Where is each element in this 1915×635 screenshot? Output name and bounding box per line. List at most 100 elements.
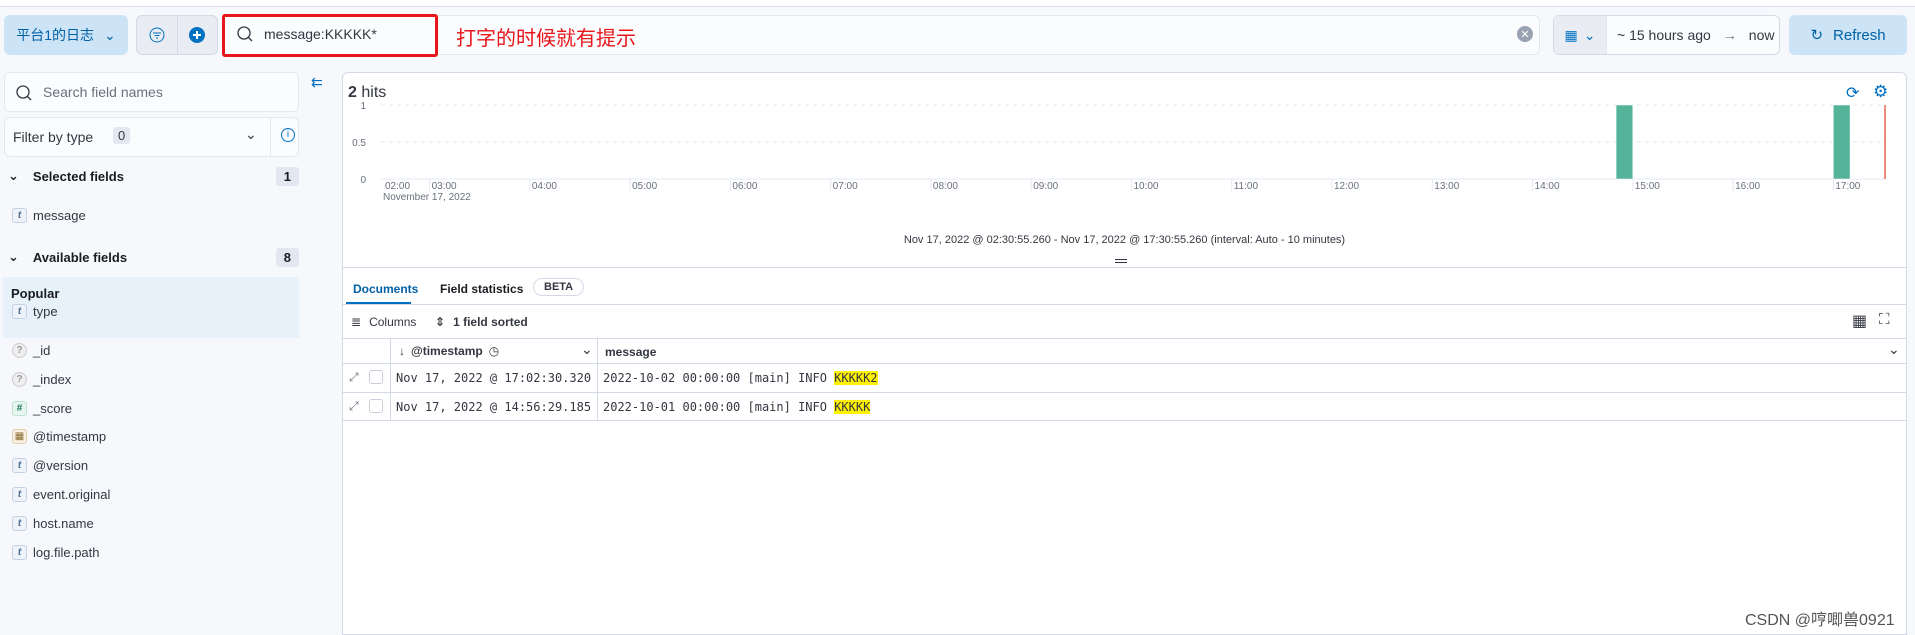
field-item-type[interactable]: t type — [12, 304, 58, 319]
filter-by-type[interactable]: Filter by type 0 ⌄ i — [4, 117, 299, 157]
y-tick-label: 0.5 — [352, 138, 366, 149]
expand-icon[interactable]: ⤢ — [349, 399, 359, 414]
field-item[interactable]: ? _index — [12, 371, 72, 387]
field-type-icon: t — [12, 458, 27, 474]
table-header: ↓ @timestamp ◷ ⌄ message ⌄ — [343, 338, 1906, 364]
x-tick-label: 05:00 — [632, 181, 657, 192]
field-type-icon: # — [12, 400, 27, 416]
field-item[interactable]: t host.name — [12, 515, 94, 531]
chevron-down-icon[interactable]: ⌄ — [581, 341, 593, 358]
popular-label: Popular — [11, 286, 60, 301]
field-item[interactable]: t @version — [12, 458, 89, 474]
field-item[interactable]: ? _id — [12, 343, 50, 358]
collapse-sidebar-icon[interactable]: ⇇ — [311, 74, 323, 91]
column-header-message[interactable]: message — [605, 345, 656, 359]
chevron-down-icon[interactable]: ⌄ — [1888, 341, 1900, 358]
field-item[interactable]: t event.original — [12, 487, 110, 502]
x-tick-label: 10:00 — [1133, 181, 1158, 192]
message-highlight: KKKKK2 — [834, 371, 878, 385]
chevron-down-icon: ⌄ — [104, 26, 116, 43]
density-icon[interactable]: ▦ — [1852, 311, 1867, 331]
expand-icon[interactable]: ⤢ — [349, 370, 359, 385]
field-name: type — [33, 304, 58, 319]
section-label: Selected fields — [32, 168, 124, 184]
columns-button[interactable]: ≣ Columns — [351, 315, 416, 329]
date-end[interactable]: now — [1749, 27, 1775, 43]
date-start[interactable]: ~ 15 hours ago — [1617, 27, 1711, 43]
column-header-timestamp[interactable]: ↓ @timestamp ◷ — [399, 344, 499, 358]
histogram-bar — [1615, 104, 1634, 180]
field-search-input[interactable]: Search field names — [4, 72, 299, 112]
field-name: _score — [33, 400, 73, 416]
plus-circle-icon — [189, 27, 206, 43]
x-tick-label: 12:00 — [1334, 181, 1359, 192]
data-view-selector[interactable]: 平台1的日志 ⌄ — [4, 15, 128, 55]
field-name: _index — [33, 371, 72, 387]
sort-desc-icon: ↓ — [399, 344, 405, 358]
top-header — [0, 0, 1915, 7]
list-icon: ≣ — [351, 315, 362, 329]
column-label: @timestamp — [411, 344, 483, 358]
x-tick-label: 02:00 — [385, 181, 410, 192]
cell-message: 2022-10-01 00:00:00 [main] INFO KKKKK — [603, 399, 871, 414]
field-name: log.file.path — [33, 544, 100, 560]
x-tick-label: 15:00 — [1635, 181, 1660, 192]
highlight-box — [222, 14, 438, 57]
field-item[interactable]: ▦ @timestamp — [12, 429, 106, 445]
x-tick-label: 04:00 — [532, 181, 557, 192]
x-tick-label: 11:00 — [1234, 181, 1259, 192]
divider — [270, 118, 271, 156]
filter-menu-button[interactable] — [137, 16, 178, 54]
x-tick-label: 17:00 — [1835, 181, 1860, 192]
table-row: ⤢ Nov 17, 2022 @ 17:02:30.320 2022-10-02… — [343, 364, 1906, 393]
field-name: @version — [33, 458, 89, 474]
tab-field-statistics[interactable]: Field statistics — [440, 282, 523, 296]
fullscreen-icon[interactable]: ⛶ — [1879, 311, 1890, 328]
date-picker[interactable]: ▦ ⌄ ~ 15 hours ago → now — [1553, 15, 1780, 55]
add-filter-button[interactable] — [178, 16, 218, 54]
x-tick-label: 13:00 — [1434, 181, 1459, 192]
field-type-icon: ▦ — [12, 429, 27, 445]
tab-documents[interactable]: Documents — [353, 282, 418, 296]
cell-timestamp: Nov 17, 2022 @ 14:56:29.185 — [396, 399, 592, 414]
search-icon — [16, 85, 32, 101]
field-item[interactable]: # _score — [12, 400, 73, 416]
clock-icon: ◷ — [488, 344, 500, 358]
chevron-down-icon: ⌄ — [245, 126, 257, 142]
y-tick-label: 0 — [360, 175, 366, 186]
row-checkbox[interactable] — [369, 398, 383, 413]
chart-caption: Nov 17, 2022 @ 02:30:55.260 - Nov 17, 20… — [903, 234, 1346, 246]
refresh-button[interactable]: ↻ Refresh — [1789, 15, 1907, 55]
clear-query-icon[interactable]: ✕ — [1517, 26, 1533, 42]
resize-handle[interactable] — [1115, 259, 1127, 263]
sort-button[interactable]: ⇕ 1 field sorted — [435, 315, 528, 329]
arrow-right-icon: → — [1722, 27, 1737, 43]
x-tick-label: 09:00 — [1033, 181, 1058, 192]
divider — [343, 267, 1906, 268]
sort-icon: ⇕ — [435, 315, 446, 329]
y-tick-label: 1 — [360, 101, 366, 112]
info-icon[interactable]: i — [281, 128, 295, 142]
popular-section: Popular t type — [3, 277, 299, 338]
divider — [343, 304, 1906, 305]
field-item-message[interactable]: t message — [12, 208, 86, 223]
field-type-icon: t — [12, 487, 27, 502]
field-item[interactable]: t log.file.path — [12, 544, 100, 560]
refresh-label: Refresh — [1833, 26, 1886, 44]
refresh-icon: ↻ — [1810, 27, 1824, 44]
x-tick-label: 16:00 — [1735, 181, 1760, 192]
row-checkbox[interactable] — [369, 370, 383, 384]
quick-menu-button[interactable]: ▦ ⌄ — [1554, 16, 1607, 54]
available-fields-header[interactable]: ⌄ Available fields 8 — [8, 247, 299, 267]
cell-timestamp: Nov 17, 2022 @ 17:02:30.320 — [396, 371, 592, 385]
selected-fields-header[interactable]: ⌄ Selected fields 1 — [8, 166, 299, 186]
table-row: ⤢ Nov 17, 2022 @ 14:56:29.185 2022-10-01… — [343, 392, 1906, 421]
field-name: host.name — [33, 515, 94, 531]
x-tick-label: 08:00 — [933, 181, 958, 192]
search-placeholder: Search field names — [43, 84, 163, 100]
text-type-icon: t — [12, 208, 27, 223]
chevron-down-icon: ⌄ — [8, 168, 19, 183]
field-type-icon: ? — [12, 343, 27, 358]
histogram-chart: 0 0.5 1 02:00 03:00 04:00 05:00 06:00 07:00 08:00… — [352, 101, 1886, 203]
field-name: message — [33, 208, 86, 223]
